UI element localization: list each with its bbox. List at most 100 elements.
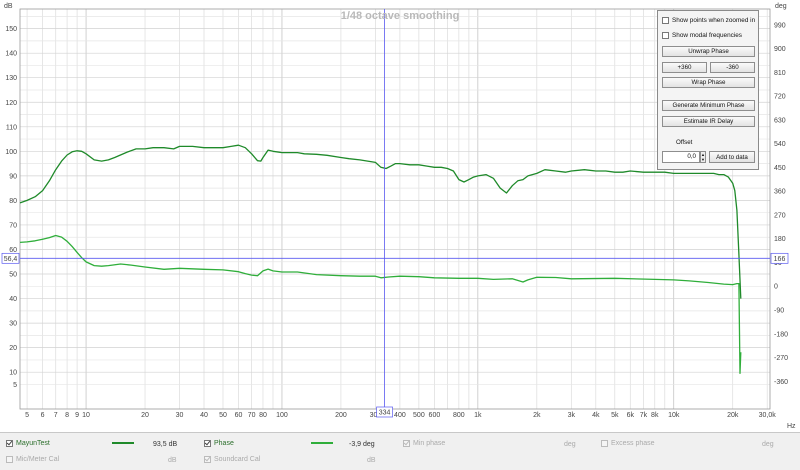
y-left-tick-label: 40 — [9, 296, 17, 303]
x-tick-label: 4k — [592, 412, 600, 419]
generate-min-phase-button[interactable]: Generate Minimum Phase — [662, 100, 755, 111]
x-tick-label: 40 — [200, 412, 208, 419]
chart-title: 1/48 octave smoothing — [341, 10, 460, 22]
x-tick-label: 30 — [176, 412, 184, 419]
control-panel: Show points when zoomed in Show modal fr… — [657, 10, 759, 170]
x-tick-label: 10 — [82, 412, 90, 419]
y-right-tick-label: 0 — [774, 284, 778, 291]
cursor-y-label: 56,4 — [4, 256, 18, 263]
x-unit: Hz — [787, 423, 796, 430]
x-tick-label: 2k — [533, 412, 541, 419]
y-left-tick-label: 100 — [5, 149, 17, 156]
x-tick-label: 50 — [219, 412, 227, 419]
x-tick-label: 3k — [568, 412, 576, 419]
y-right-tick-label: -360 — [774, 379, 788, 386]
x-tick-label: 1k — [474, 412, 482, 419]
y-right-tick-label: -90 — [774, 307, 784, 314]
y-left-tick-label: 50 — [9, 272, 17, 279]
y-left-tick-label: 5 — [13, 382, 17, 389]
x-tick-label: 400 — [394, 412, 406, 419]
mayuntest-checkbox[interactable] — [6, 440, 13, 447]
legend-excess-phase[interactable]: Excess phase — [601, 440, 655, 447]
mic-cal-unit: dB — [168, 457, 177, 464]
legend-bar: MayunTest 93,5 dB Phase -3,9 deg Min pha… — [0, 432, 800, 470]
x-tick-label: 6 — [41, 412, 45, 419]
minus-360-button[interactable]: -360 — [710, 62, 755, 73]
y-left-tick-label: 140 — [5, 51, 17, 58]
y-right-tick-label: 360 — [774, 189, 786, 196]
x-tick-label: 500 — [413, 412, 425, 419]
phase-value: -3,9 deg — [349, 441, 375, 448]
show-points-checkbox[interactable]: Show points when zoomed in — [662, 17, 755, 24]
add-to-data-button[interactable]: Add to data — [709, 151, 755, 163]
y-left-tick-label: 20 — [9, 345, 17, 352]
x-tick-label: 8k — [651, 412, 659, 419]
checkbox-box[interactable] — [662, 17, 669, 24]
min-phase-name: Min phase — [413, 440, 446, 447]
show-modal-label: Show modal frequencies — [672, 32, 742, 39]
soundcard-cal-checkbox[interactable] — [204, 456, 211, 463]
y-left-tick-label: 70 — [9, 222, 17, 229]
show-points-label: Show points when zoomed in — [672, 17, 756, 24]
x-tick-label: 5 — [25, 412, 29, 419]
legend-phase[interactable]: Phase — [204, 440, 234, 447]
legend-mayuntest[interactable]: MayunTest — [6, 440, 50, 447]
min-phase-checkbox[interactable] — [403, 440, 410, 447]
plus-360-button[interactable]: +360 — [662, 62, 707, 73]
show-modal-checkbox[interactable]: Show modal frequencies — [662, 32, 742, 39]
series — [19, 144, 742, 375]
y-right-tick-label: 810 — [774, 70, 786, 77]
x-tick-label: 60 — [235, 412, 243, 419]
checkbox-box[interactable] — [662, 32, 669, 39]
y-right-tick-label: 630 — [774, 117, 786, 124]
offset-stepper[interactable]: ▲ ▼ — [700, 151, 706, 163]
y-right-tick-label: 990 — [774, 22, 786, 29]
x-tick-label: 100 — [276, 412, 288, 419]
y-right-tick-label: -180 — [774, 331, 788, 338]
excess-phase-checkbox[interactable] — [601, 440, 608, 447]
mic-cal-name: Mic/Meter Cal — [16, 456, 60, 463]
x-tick-label: 9 — [75, 412, 79, 419]
offset-label: Offset — [676, 139, 693, 146]
x-tick-label: 20 — [141, 412, 149, 419]
legend-soundcard-cal[interactable]: Soundcard Cal — [204, 456, 260, 463]
y-left-tick-label: 60 — [9, 247, 17, 254]
x-tick-label: 70 — [248, 412, 256, 419]
offset-input[interactable]: 0,0 — [662, 151, 700, 163]
cursor-y-right-label: 166 — [774, 256, 786, 263]
y-right-tick-label: 900 — [774, 46, 786, 53]
y-left-unit: dB — [4, 3, 13, 10]
y-left-tick-label: 10 — [9, 370, 17, 377]
x-tick-label: 30,0k — [759, 412, 777, 419]
phase-series-line — [19, 234, 742, 375]
phase-name: Phase — [214, 440, 234, 447]
soundcard-cal-name: Soundcard Cal — [214, 456, 261, 463]
mayuntest-name: MayunTest — [16, 440, 50, 447]
plot-area[interactable]: 5 6 7 8 9 10 20 30 40 50 60 70 80 100 200 300 400 500 600 8… — [0, 0, 800, 432]
legend-min-phase[interactable]: Min phase — [403, 440, 445, 447]
y-right-tick-label: 270 — [774, 212, 786, 219]
cursor-x-label: 334 — [379, 410, 391, 417]
y-right-tick-label: 720 — [774, 94, 786, 101]
x-tick-label: 5k — [611, 412, 619, 419]
mayuntest-swatch — [112, 442, 134, 444]
y-left-tick-label: 120 — [5, 100, 17, 107]
x-tick-label: 10k — [668, 412, 680, 419]
wrap-phase-button[interactable]: Wrap Phase — [662, 77, 755, 88]
estimate-ir-delay-button[interactable]: Estimate IR Delay — [662, 116, 755, 127]
min-phase-unit: deg — [564, 441, 576, 448]
phase-checkbox[interactable] — [204, 440, 211, 447]
mayuntest-series-line — [19, 144, 742, 299]
x-tick-label: 600 — [429, 412, 441, 419]
soundcard-cal-unit: dB — [367, 457, 376, 464]
mic-cal-checkbox[interactable] — [6, 456, 13, 463]
y-right-unit: deg — [775, 3, 787, 10]
y-left-tick-label: 90 — [9, 173, 17, 180]
phase-swatch — [311, 442, 333, 444]
x-tick-label: 800 — [453, 412, 465, 419]
excess-phase-name: Excess phase — [611, 440, 655, 447]
unwrap-phase-button[interactable]: Unwrap Phase — [662, 46, 755, 57]
mayuntest-value: 93,5 dB — [153, 441, 178, 448]
legend-mic-cal[interactable]: Mic/Meter Cal — [6, 456, 59, 463]
y-right-tick-label: -270 — [774, 355, 788, 362]
